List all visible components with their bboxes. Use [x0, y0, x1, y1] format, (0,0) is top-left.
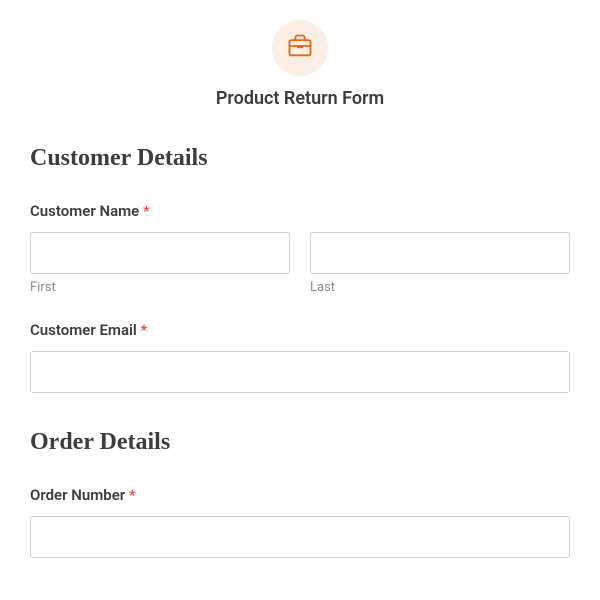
customer-name-label: Customer Name * [30, 202, 570, 220]
header-icon-circle [272, 20, 328, 76]
last-name-col: Last [310, 232, 570, 295]
order-details-heading: Order Details [30, 429, 570, 456]
order-number-label-text: Order Number [30, 486, 125, 504]
form-title: Product Return Form [30, 88, 570, 109]
name-row: First Last [30, 232, 570, 295]
required-marker: * [143, 202, 150, 220]
order-number-label: Order Number * [30, 486, 570, 504]
customer-name-field: Customer Name * First Last [30, 202, 570, 295]
first-name-sublabel: First [30, 280, 290, 295]
order-number-input[interactable] [30, 516, 570, 558]
customer-details-heading: Customer Details [30, 145, 570, 172]
customer-name-label-text: Customer Name [30, 202, 139, 220]
first-name-input[interactable] [30, 232, 290, 274]
form-header: Product Return Form [30, 20, 570, 109]
first-name-col: First [30, 232, 290, 295]
customer-email-input[interactable] [30, 351, 570, 393]
required-marker: * [141, 321, 148, 339]
customer-email-label-text: Customer Email [30, 321, 137, 339]
order-section: Order Details Order Number * [30, 429, 570, 558]
last-name-input[interactable] [310, 232, 570, 274]
required-marker: * [129, 486, 136, 504]
last-name-sublabel: Last [310, 280, 570, 295]
briefcase-icon [286, 32, 314, 64]
customer-email-label: Customer Email * [30, 321, 570, 339]
customer-email-field: Customer Email * [30, 321, 570, 393]
order-number-field: Order Number * [30, 486, 570, 558]
